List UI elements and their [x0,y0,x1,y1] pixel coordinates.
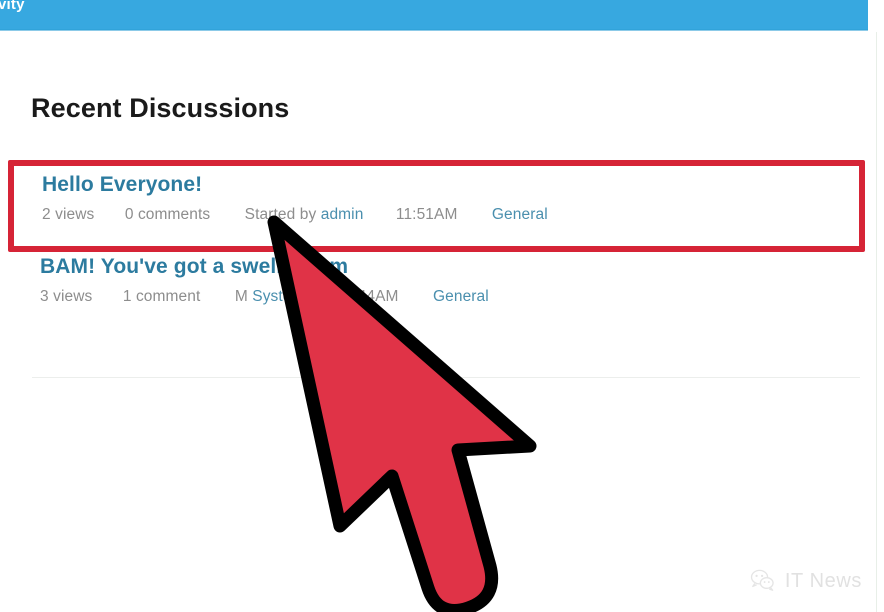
screenshot-root: vity Recent Discussions Hello Everyone! … [0,0,884,612]
views-count: 3 views [40,288,93,305]
discussion-item-bam-swell-forum[interactable]: BAM! You've got a swell forum 3 views 1 … [0,242,877,324]
list-divider [32,377,860,378]
timestamp: 11:44AM [336,288,399,305]
category-link[interactable]: General [433,286,489,308]
navbar-activity-label[interactable]: vity [0,0,25,14]
discussion-title-link[interactable]: BAM! You've got a swell forum [40,254,847,280]
author-link[interactable]: admin [321,206,364,223]
discussion-list: Hello Everyone! 2 views 0 comments Start… [0,160,877,324]
discussion-meta: 3 views 1 comment M System 11:44AM Gener… [40,286,847,308]
byline-prefix: Started by [244,206,317,223]
byline: M System [235,286,305,308]
wechat-logo-icon [750,569,774,591]
top-navbar: vity [0,0,868,30]
discussion-meta: 2 views 0 comments Started by admin 11:5… [42,204,847,226]
category-link[interactable]: General [492,204,548,226]
watermark: IT News [749,567,862,594]
comments-count: 1 comment [122,288,201,305]
comments-count: 0 comments [124,206,211,223]
views-count: 2 views [42,206,95,223]
page-title: Recent Discussions [31,93,290,124]
byline: Started by admin [245,204,364,226]
timestamp: 11:51AM [395,206,458,223]
navbar-bottom-edge [0,29,868,31]
watermark-label: IT News [784,569,862,592]
discussion-item-hello-everyone[interactable]: Hello Everyone! 2 views 0 comments Start… [0,160,877,242]
page-container: Recent Discussions Hello Everyone! 2 vie… [0,32,877,612]
author-link[interactable]: System [252,288,304,305]
discussion-title-link[interactable]: Hello Everyone! [42,172,847,198]
byline-prefix: M [234,288,248,305]
